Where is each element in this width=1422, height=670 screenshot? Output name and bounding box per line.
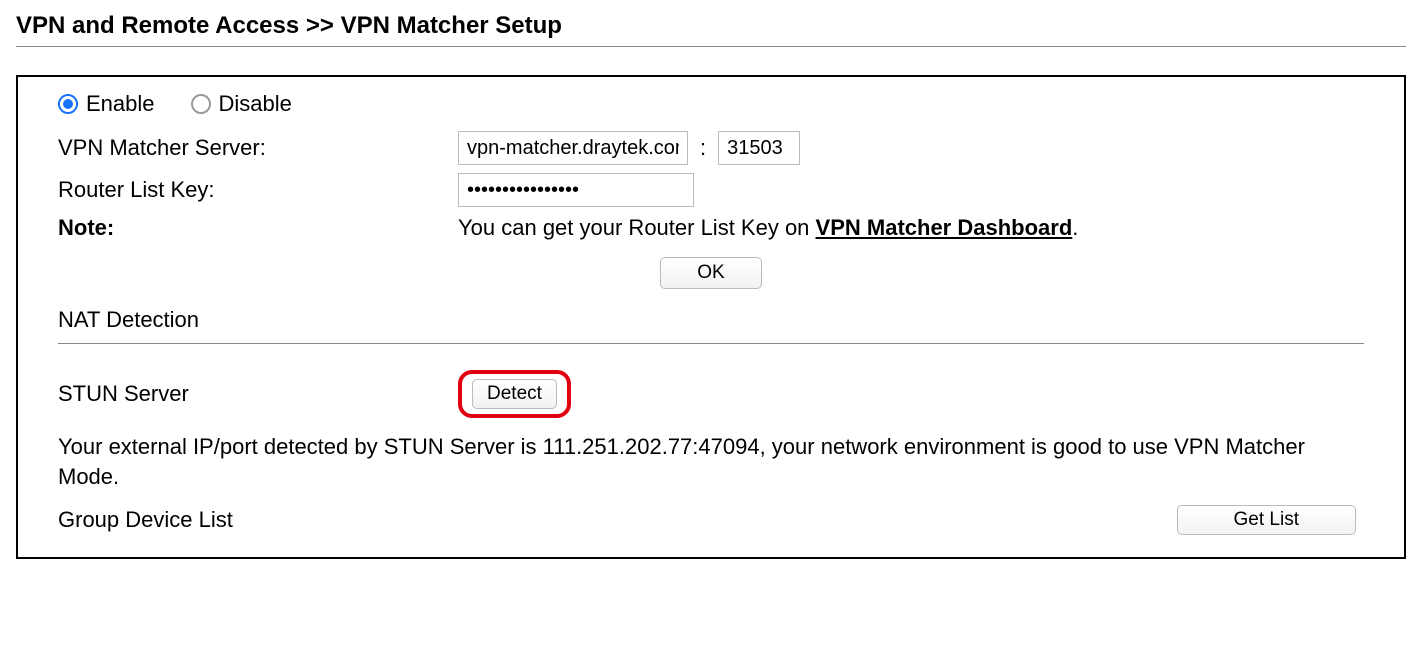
settings-panel: Enable Disable VPN Matcher Server: : Rou…	[16, 75, 1406, 559]
stun-result-text: Your external IP/port detected by STUN S…	[58, 432, 1364, 491]
vpn-matcher-dashboard-link[interactable]: VPN Matcher Dashboard	[816, 215, 1073, 240]
radio-icon	[191, 94, 211, 114]
enable-radio-label: Enable	[86, 91, 155, 117]
stun-label: STUN Server	[58, 381, 458, 407]
breadcrumb: VPN and Remote Access >> VPN Matcher Set…	[16, 12, 1406, 40]
enable-disable-group: Enable Disable	[58, 91, 1364, 117]
note-text-suffix: .	[1072, 215, 1078, 240]
note-text-container: You can get your Router List Key on VPN …	[458, 215, 1364, 241]
ok-button[interactable]: OK	[660, 257, 761, 289]
ok-row: OK	[58, 257, 1364, 289]
server-colon: :	[700, 135, 706, 161]
disable-radio[interactable]: Disable	[191, 91, 292, 117]
server-row: VPN Matcher Server: :	[58, 131, 1364, 165]
enable-radio[interactable]: Enable	[58, 91, 155, 117]
router-key-label: Router List Key:	[58, 177, 458, 203]
server-port-input[interactable]	[718, 131, 800, 165]
stun-row: STUN Server Detect	[58, 370, 1364, 418]
detect-highlight: Detect	[458, 370, 571, 418]
nat-detection-heading: NAT Detection	[58, 307, 1364, 333]
server-label: VPN Matcher Server:	[58, 135, 458, 161]
note-label: Note:	[58, 215, 458, 241]
nat-divider	[58, 343, 1364, 344]
group-device-row: Group Device List Get List	[58, 505, 1364, 535]
router-key-row: Router List Key:	[58, 173, 1364, 207]
get-list-button[interactable]: Get List	[1177, 505, 1356, 535]
title-divider	[16, 46, 1406, 47]
server-host-input[interactable]	[458, 131, 688, 165]
note-text-prefix: You can get your Router List Key on	[458, 215, 816, 240]
radio-icon	[58, 94, 78, 114]
group-device-label: Group Device List	[58, 507, 458, 533]
disable-radio-label: Disable	[219, 91, 292, 117]
router-key-input[interactable]	[458, 173, 694, 207]
note-row: Note: You can get your Router List Key o…	[58, 215, 1364, 241]
detect-button[interactable]: Detect	[472, 379, 557, 409]
